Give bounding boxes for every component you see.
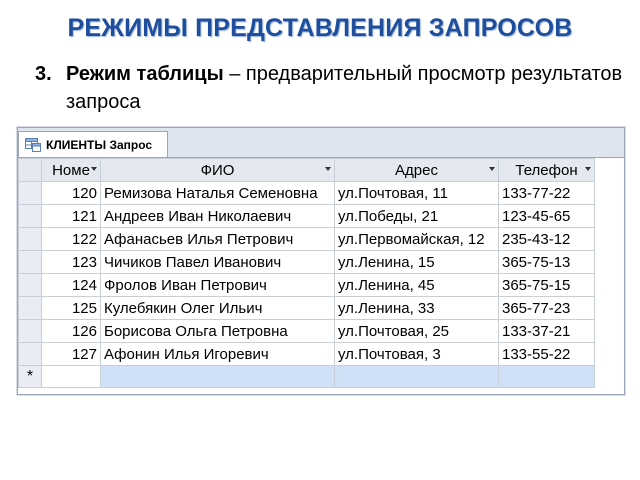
row-selector[interactable] [18,204,42,228]
bullet-item: 3. Режим таблицы – предварительный просм… [35,60,625,116]
column-header-phone[interactable]: Телефон [498,158,595,182]
cell-phone[interactable]: 133-37-21 [498,319,595,343]
cell-fio[interactable]: Андреев Иван Николаевич [100,204,335,228]
table-row: 121 Андреев Иван Николаевич ул.Победы, 2… [18,204,595,228]
select-all-corner[interactable] [18,158,42,182]
results-table: Номе ФИО Адрес Телефон 120 Ремизова Ната… [18,158,595,388]
table-row: 122 Афанасьев Илья Петрович ул.Первомайс… [18,227,595,251]
dropdown-arrow-icon[interactable] [91,167,97,171]
header-row: Номе ФИО Адрес Телефон [18,158,595,182]
cell-address[interactable]: ул.Первомайская, 12 [334,227,499,251]
cell-number[interactable]: 124 [41,273,101,297]
column-header-label: Номе [52,161,90,179]
cell-address[interactable]: ул.Ленина, 15 [334,250,499,274]
table-row: 124 Фролов Иван Петрович ул.Ленина, 45 3… [18,273,595,297]
new-cell-fio[interactable] [100,365,335,388]
new-record-marker: * [18,365,42,388]
cell-phone[interactable]: 133-55-22 [498,342,595,366]
tab-label: КЛИЕНТЫ Запрос [46,137,153,152]
dropdown-arrow-icon[interactable] [585,167,591,171]
cell-fio[interactable]: Кулебякин Олег Ильич [100,296,335,320]
cell-fio[interactable]: Фролов Иван Петрович [100,273,335,297]
cell-address[interactable]: ул.Почтовая, 11 [334,181,499,205]
tab-bar: КЛИЕНТЫ Запрос [18,128,624,158]
column-header-label: Адрес [395,161,438,179]
cell-number[interactable]: 123 [41,250,101,274]
cell-number[interactable]: 127 [41,342,101,366]
new-cell-phone[interactable] [498,365,595,388]
table-row: 125 Кулебякин Олег Ильич ул.Ленина, 33 3… [18,296,595,320]
tab-clients-query[interactable]: КЛИЕНТЫ Запрос [18,131,168,157]
table-row: 120 Ремизова Наталья Семеновна ул.Почтов… [18,181,595,205]
cell-phone[interactable]: 123-45-65 [498,204,595,228]
bullet-text: Режим таблицы – предварительный просмотр… [66,60,625,116]
slide-title: РЕЖИМЫ ПРЕДСТАВЛЕНИЯ ЗАПРОСОВ [67,14,573,42]
table-row: 127 Афонин Илья Игоревич ул.Почтовая, 3 … [18,342,595,366]
bullet-bold-text: Режим таблицы [66,63,224,85]
row-selector[interactable] [18,227,42,251]
cell-fio[interactable]: Афанасьев Илья Петрович [100,227,335,251]
column-header-number[interactable]: Номе [41,158,101,182]
query-icon [25,137,41,152]
cell-number[interactable]: 120 [41,181,101,205]
new-record-row[interactable]: * [18,365,595,388]
row-selector[interactable] [18,181,42,205]
table-row: 126 Борисова Ольга Петровна ул.Почтовая,… [18,319,595,343]
cell-fio[interactable]: Афонин Илья Игоревич [100,342,335,366]
cell-address[interactable]: ул.Почтовая, 25 [334,319,499,343]
cell-phone[interactable]: 365-77-23 [498,296,595,320]
row-selector[interactable] [18,250,42,274]
row-selector[interactable] [18,273,42,297]
cell-number[interactable]: 125 [41,296,101,320]
dropdown-arrow-icon[interactable] [325,167,331,171]
bullet-number: 3. [35,63,52,85]
cell-number[interactable]: 122 [41,227,101,251]
cell-fio[interactable]: Ремизова Наталья Семеновна [100,181,335,205]
cell-number[interactable]: 126 [41,319,101,343]
table-row: 123 Чичиков Павел Иванович ул.Ленина, 15… [18,250,595,274]
new-cell-address[interactable] [334,365,499,388]
column-header-address[interactable]: Адрес [334,158,499,182]
cell-address[interactable]: ул.Ленина, 45 [334,273,499,297]
column-header-label: Телефон [515,161,578,179]
row-selector[interactable] [18,296,42,320]
cell-fio[interactable]: Чичиков Павел Иванович [100,250,335,274]
cell-address[interactable]: ул.Ленина, 33 [334,296,499,320]
datasheet-window: КЛИЕНТЫ Запрос Номе ФИО Адрес Телефон 12… [17,127,625,395]
cell-phone[interactable]: 235-43-12 [498,227,595,251]
cell-number[interactable]: 121 [41,204,101,228]
cell-phone[interactable]: 133-77-22 [498,181,595,205]
cell-address[interactable]: ул.Почтовая, 3 [334,342,499,366]
row-selector[interactable] [18,342,42,366]
column-header-fio[interactable]: ФИО [100,158,335,182]
new-cell-number[interactable] [41,365,101,388]
column-header-label: ФИО [200,161,235,179]
cell-address[interactable]: ул.Победы, 21 [334,204,499,228]
cell-phone[interactable]: 365-75-13 [498,250,595,274]
dropdown-arrow-icon[interactable] [489,167,495,171]
row-selector[interactable] [18,319,42,343]
cell-phone[interactable]: 365-75-15 [498,273,595,297]
cell-fio[interactable]: Борисова Ольга Петровна [100,319,335,343]
